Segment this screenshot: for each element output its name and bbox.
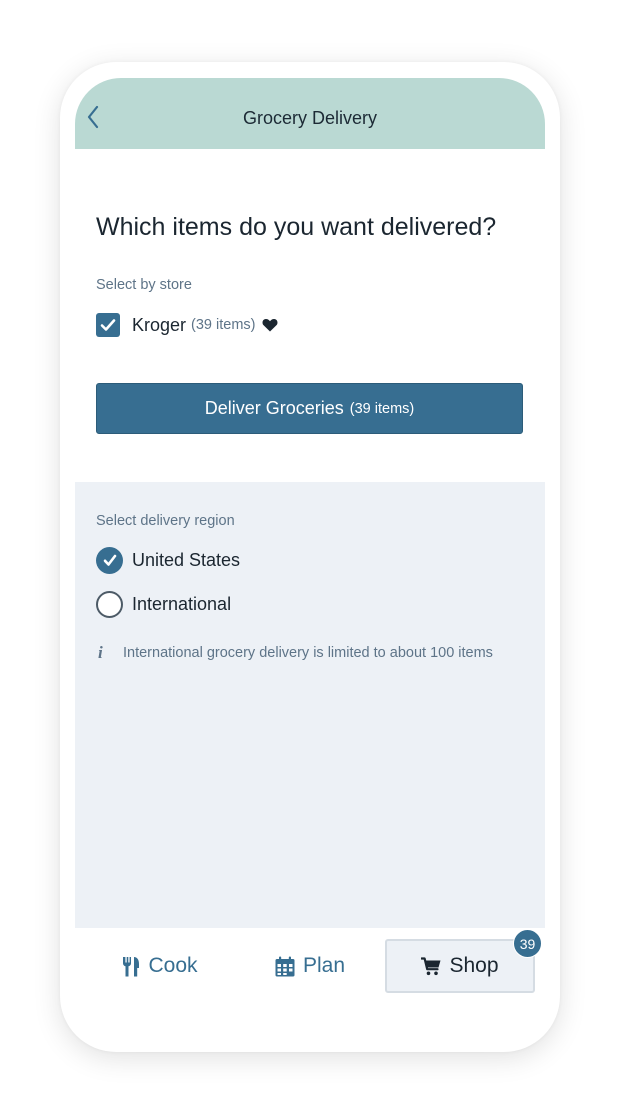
tab-label: Plan — [302, 954, 346, 977]
cart-count-badge: 39 — [513, 929, 542, 958]
region-option-united-states[interactable]: United States — [96, 546, 240, 574]
bottom-tab-bar: Cook Plan Shop — [75, 928, 545, 998]
store-name: Kroger — [132, 314, 187, 335]
delivery-region-section: Select delivery region United States Int… — [75, 482, 545, 928]
region-option-label: United States — [132, 549, 241, 570]
region-option-label: International — [132, 593, 232, 614]
utensils-icon — [123, 956, 140, 976]
tab-label: Cook — [148, 954, 198, 977]
store-item-kroger[interactable]: Kroger (39 items) — [96, 312, 278, 338]
info-text: International grocery delivery is limite… — [123, 645, 493, 661]
radio-selected[interactable] — [96, 546, 123, 574]
calendar-icon — [275, 956, 295, 976]
checkmark-icon — [100, 319, 116, 331]
deliver-button-count: (39 items) — [349, 400, 415, 417]
header-bar: Grocery Delivery — [75, 78, 545, 149]
heart-icon — [262, 318, 278, 332]
deliver-button-label: Deliver Groceries — [204, 398, 344, 418]
tab-plan[interactable]: Plan — [235, 939, 385, 993]
tab-cook[interactable]: Cook — [85, 939, 235, 993]
region-section-label: Select delivery region — [96, 513, 235, 529]
region-option-international[interactable]: International — [96, 590, 231, 618]
checkmark-icon — [103, 554, 116, 566]
page-title: Grocery Delivery — [242, 108, 378, 128]
store-item-count: (39 items) — [191, 317, 256, 333]
info-note: i International grocery delivery is limi… — [96, 642, 516, 664]
store-checkbox[interactable] — [96, 313, 120, 337]
radio-unselected[interactable] — [96, 590, 123, 618]
store-selection-section: Which items do you want delivered? Selec… — [75, 149, 545, 482]
tab-label: Shop — [449, 954, 499, 977]
question-heading: Which items do you want delivered? — [96, 213, 497, 241]
deliver-groceries-button[interactable]: Deliver Groceries (39 items) — [96, 383, 523, 434]
info-icon: i — [98, 643, 103, 662]
cart-icon — [421, 956, 441, 975]
app-screen: Grocery Delivery Which items do you want… — [75, 78, 545, 998]
store-section-label: Select by store — [96, 277, 192, 293]
